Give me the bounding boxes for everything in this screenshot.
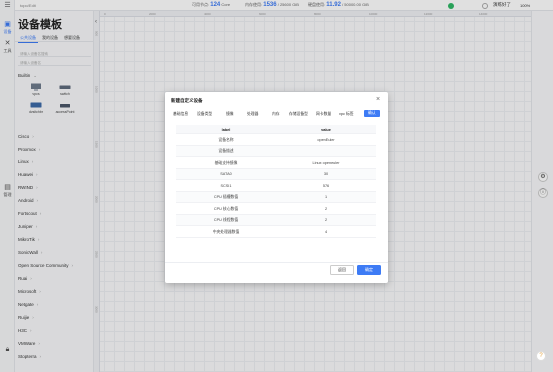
tab-storage[interactable]: 存储设备型 xyxy=(289,112,308,117)
tab-device-type[interactable]: 设备类型 xyxy=(197,112,212,117)
table-row: CPU 核心数值 2 xyxy=(176,203,376,215)
row-value: 1 xyxy=(324,195,328,199)
tab-processor[interactable]: 处理器 xyxy=(247,112,258,117)
table-row: 设备描述 xyxy=(176,145,376,157)
table-row: 设备名称 openEuler xyxy=(176,134,376,146)
new-custom-device-dialog: 新建自定义设备 × 基础信息 设备类型 镜像 处理器 内存 存储设备型 网卡数量… xyxy=(165,92,388,283)
close-icon[interactable]: × xyxy=(376,96,380,103)
tab-memory[interactable]: 内存 xyxy=(272,112,280,117)
table-row: 基础支持镜像 Linux openeuler xyxy=(176,157,376,169)
tab-basic-info[interactable]: 基础信息 xyxy=(173,112,188,117)
row-label: 设备名称 xyxy=(218,137,234,142)
row-label: CPU 插槽数值 xyxy=(213,195,239,199)
row-value: Linux openeuler xyxy=(312,160,340,165)
dialog-step-tabs: 基础信息 设备类型 镜像 处理器 内存 存储设备型 网卡数量 vpc 标签 确认 xyxy=(171,110,383,119)
row-label: SCSI1 xyxy=(220,183,232,188)
row-value: 30 xyxy=(323,172,329,176)
row-label: CPU 核心数值 xyxy=(213,206,239,211)
row-label: 基础支持镜像 xyxy=(214,160,238,165)
row-label: 中央处理器数值 xyxy=(212,229,240,234)
row-label: 设备描述 xyxy=(218,149,234,153)
tab-vpc-label[interactable]: vpc 标签 xyxy=(339,112,354,117)
column-header-label: label xyxy=(221,127,231,132)
row-value: 2 xyxy=(324,218,328,222)
table-row: SATA0 30 xyxy=(176,168,376,180)
table-row: 中央处理器数值 4 xyxy=(176,226,376,238)
table-row: SCSI1 576 xyxy=(176,180,376,192)
row-value: openEuler xyxy=(317,137,335,142)
row-value: 2 xyxy=(324,206,328,211)
help-icon[interactable]: ? xyxy=(536,351,546,361)
column-header-value: value xyxy=(321,127,331,132)
row-label: CPU 线程数值 xyxy=(213,218,239,222)
table-header: label value xyxy=(176,125,376,134)
row-label: SATA0 xyxy=(220,172,232,176)
dialog-title: 新建自定义设备 xyxy=(171,98,203,103)
summary-table: label value 设备名称 openEuler 设备描述 基础支持镜像 Lin… xyxy=(176,125,376,238)
back-button[interactable]: 返回 xyxy=(330,265,354,275)
divider xyxy=(165,262,388,263)
row-value: 576 xyxy=(322,183,330,188)
row-value: 4 xyxy=(324,229,328,234)
table-row: CPU 插槽数值 1 xyxy=(176,191,376,203)
tab-nic-count[interactable]: 网卡数量 xyxy=(316,112,331,117)
table-row: CPU 线程数值 2 xyxy=(176,214,376,226)
confirm-button[interactable]: 确定 xyxy=(357,265,381,275)
tab-image[interactable]: 镜像 xyxy=(226,112,234,117)
tab-confirm[interactable]: 确认 xyxy=(364,110,380,117)
